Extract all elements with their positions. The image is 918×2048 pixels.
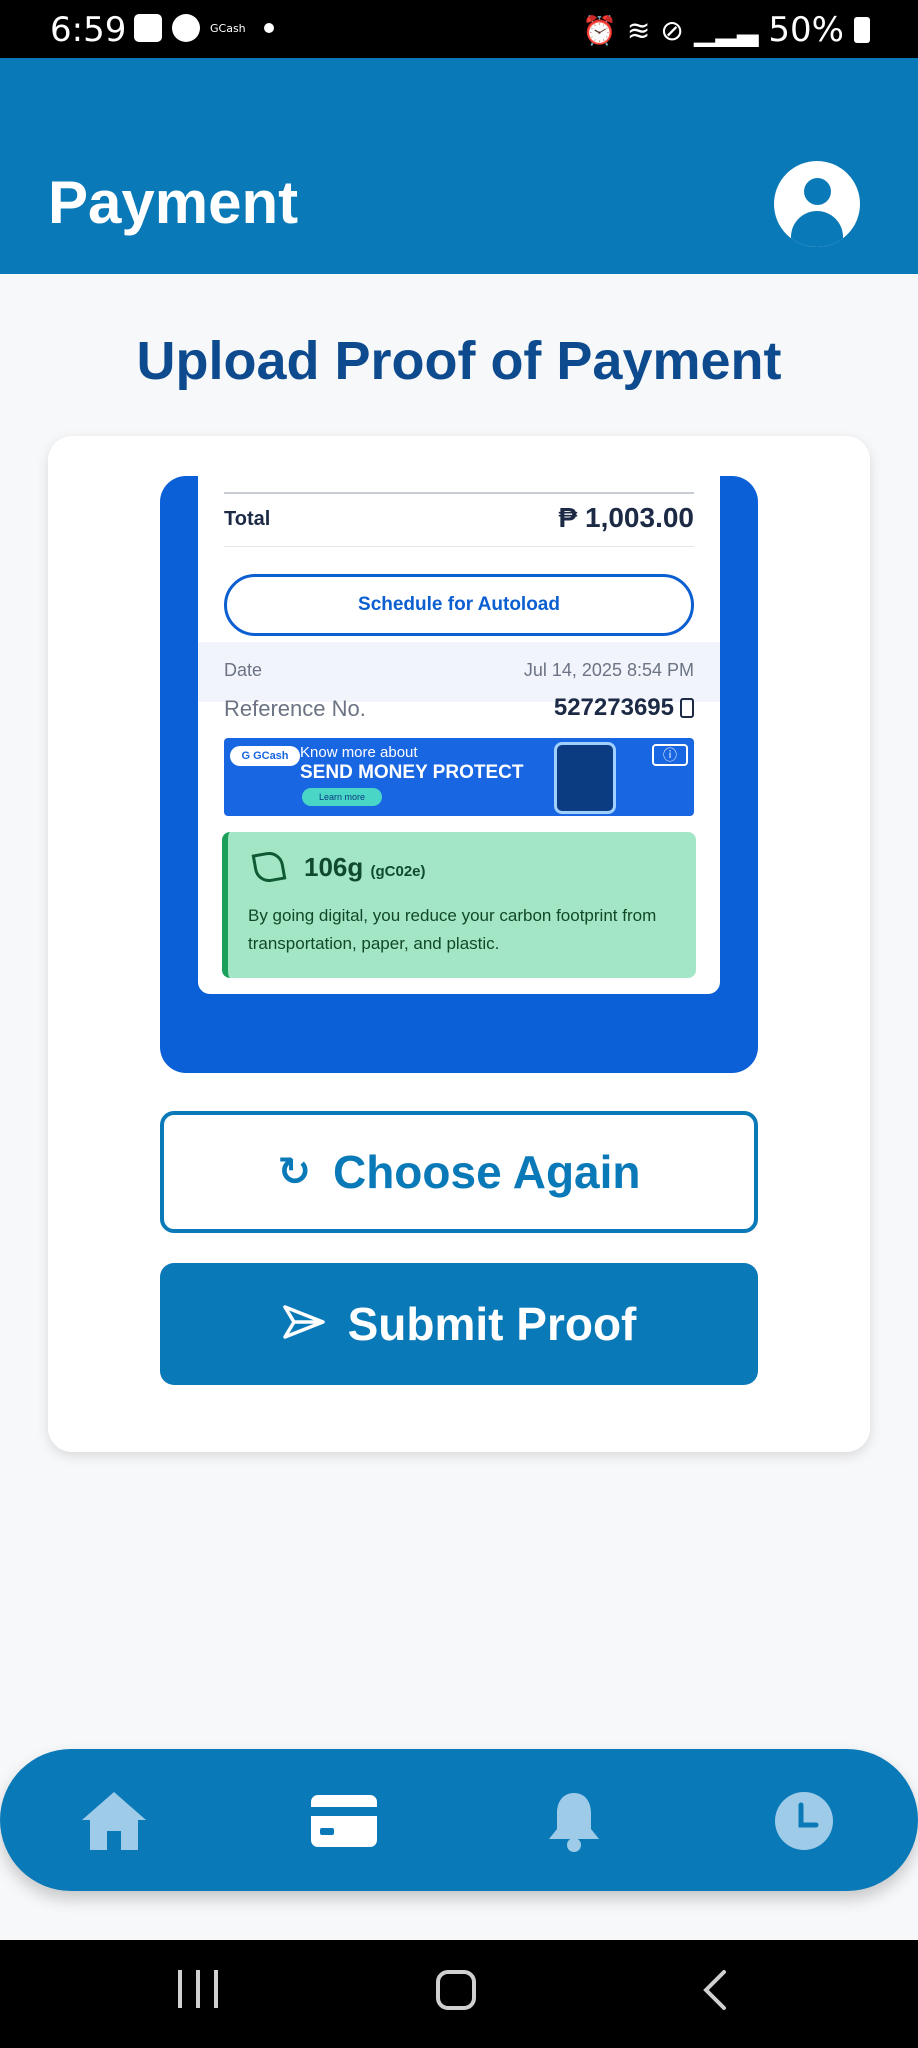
home-system-button[interactable]	[436, 1970, 476, 2010]
alarm-icon: ⏰	[582, 13, 617, 47]
total-label: Total	[224, 508, 271, 530]
date-label: Date	[224, 660, 263, 680]
nav-payment[interactable]	[302, 1779, 386, 1863]
user-avatar-icon	[804, 178, 831, 205]
card-icon	[311, 1795, 377, 1847]
battery-icon	[854, 17, 870, 43]
nav-home[interactable]	[72, 1779, 156, 1863]
total-amount: ₱ 1,003.00	[558, 502, 694, 533]
info-icon: ⓘ	[652, 744, 688, 766]
system-status: ⏰ ≋ ⊘ ▁▂▃ 50%	[582, 10, 870, 50]
signal-icon: ▁▂▃	[693, 13, 759, 47]
bell-icon	[549, 1793, 599, 1852]
refresh-icon: ↻	[277, 1149, 311, 1195]
choose-again-button[interactable]: ↻ Choose Again	[160, 1111, 758, 1233]
submit-proof-button[interactable]: Submit Proof	[160, 1263, 758, 1385]
reference-value-row: 527273695	[554, 694, 694, 722]
battery-percent: 50%	[768, 10, 844, 50]
recent-bar	[196, 1970, 200, 2008]
choose-again-label: Choose Again	[332, 1146, 641, 1198]
send-icon	[282, 1297, 326, 1351]
phone-illustration	[554, 742, 616, 814]
schedule-autoload-button: Schedule for Autoload	[224, 574, 694, 636]
status-bar: 6:59 GCash ⏰ ≋ ⊘ ▁▂▃ 50%	[0, 0, 918, 58]
date-value: Jul 14, 2025 8:54 PM	[523, 660, 694, 680]
notification-icons: GCash	[134, 14, 274, 42]
back-button[interactable]	[700, 1968, 730, 2012]
banner-line2: SEND MONEY PROTECT	[300, 762, 524, 783]
home-icon	[82, 1792, 146, 1850]
receipt-screenshot: Total ₱ 1,003.00 Schedule for Autoload D…	[198, 476, 720, 994]
reference-label: Reference No.	[224, 696, 366, 721]
gcash-notification-icon: GCash	[210, 21, 246, 35]
header-title: Payment	[48, 169, 299, 236]
recent-bar	[214, 1970, 218, 2008]
wifi-icon: ≋	[626, 13, 651, 47]
divider	[224, 492, 694, 494]
proof-image-preview: Total ₱ 1,003.00 Schedule for Autoload D…	[160, 476, 758, 1073]
profile-avatar-button[interactable]	[774, 161, 860, 247]
more-notifications-dot	[263, 23, 274, 33]
messenger-icon	[172, 14, 200, 42]
recent-apps-button[interactable]	[178, 1970, 218, 2010]
gallery-icon	[134, 14, 162, 42]
reference-number: 527273695	[553, 694, 674, 721]
nav-notifications[interactable]	[532, 1779, 616, 1863]
nav-history[interactable]	[762, 1779, 846, 1863]
carbon-description: By going digital, you reduce your carbon…	[248, 906, 657, 953]
carbon-footprint-box: 106g (gC02e) By going digital, you reduc…	[222, 832, 696, 978]
user-avatar-body	[791, 211, 843, 247]
carbon-value: 106g (gC02e)	[304, 852, 426, 883]
system-navigation-bar	[0, 1940, 918, 2048]
carbon-amount: 106g	[304, 852, 364, 882]
leaf-icon	[251, 849, 287, 885]
promo-banner: G GCash Know more about SEND MONEY PROTE…	[224, 738, 694, 816]
banner-learn-more: Learn more	[302, 788, 382, 806]
status-time: 6:59	[50, 10, 127, 50]
submit-proof-label: Submit Proof	[347, 1298, 637, 1350]
copy-icon	[680, 698, 694, 718]
page-title: Upload Proof of Payment	[136, 331, 782, 391]
divider	[224, 546, 694, 547]
do-not-disturb-icon: ⊘	[660, 13, 684, 47]
app-header: Payment	[0, 58, 918, 274]
bottom-navigation	[0, 1749, 918, 1891]
recent-bar	[178, 1970, 182, 2008]
gcash-logo: G GCash	[230, 746, 300, 766]
carbon-unit: (gC02e)	[370, 863, 426, 880]
clock-icon	[775, 1792, 833, 1850]
banner-line1: Know more about	[300, 744, 418, 761]
